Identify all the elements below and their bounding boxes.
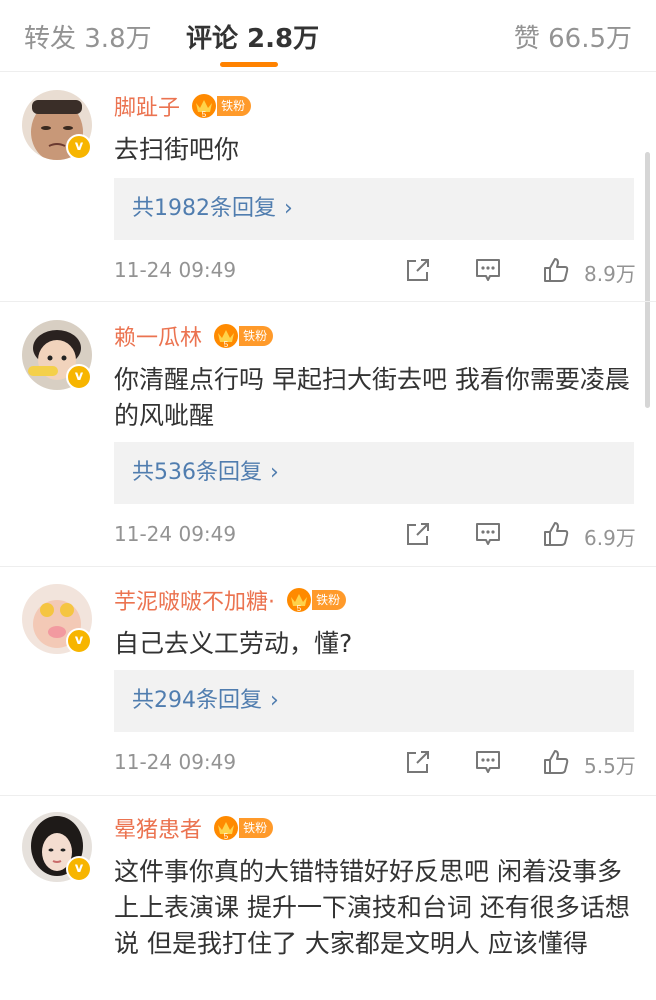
comment-text: 这件事你真的大错特错好好反思吧 闲着没事多上上表演课 提升一下演技和台词 还有很… [114, 857, 630, 958]
share-icon[interactable] [404, 520, 432, 548]
verified-icon: v [66, 364, 92, 390]
comment-item: v 脚趾子 5 铁粉 去扫街吧你 共1982条回复 › 11-24 09:49 8… [0, 90, 656, 302]
replies-label: 共294条回复 [132, 688, 262, 713]
share-icon[interactable] [404, 748, 432, 776]
timestamp: 11-24 09:49 [114, 522, 237, 546]
replies-button[interactable]: 共1982条回复 › [114, 178, 634, 240]
crown-icon: 5 [214, 816, 239, 841]
comment-icon[interactable] [474, 748, 502, 776]
tab-comments[interactable]: 评论 2.8万 [186, 18, 319, 55]
username[interactable]: 脚趾子 [114, 96, 180, 121]
svg-text:5: 5 [202, 110, 207, 119]
name-row: 芋泥啵啵不加糖· 5 铁粉 [114, 584, 347, 615]
share-icon[interactable] [404, 256, 432, 284]
fan-label: 铁粉 [239, 326, 274, 346]
chevron-right-icon: › [270, 688, 279, 713]
comment-meta: 11-24 09:49 8.9万 [114, 256, 636, 286]
crown-icon: 5 [287, 588, 312, 613]
verified-icon: v [66, 134, 92, 160]
fan-badge: 5 铁粉 [191, 94, 252, 119]
fan-label: 铁粉 [312, 590, 347, 610]
comment-icon[interactable] [474, 256, 502, 284]
svg-text:5: 5 [224, 340, 229, 349]
comment-text: 去扫街吧你 [114, 135, 240, 164]
svg-text:5: 5 [224, 832, 229, 841]
comment-meta: 11-24 09:49 5.5万 [114, 748, 636, 778]
like-count: 8.9万 [584, 262, 636, 286]
fan-badge: 5 铁粉 [213, 816, 274, 841]
tab-likes[interactable]: 赞 66.5万 [514, 18, 632, 55]
fan-label: 铁粉 [217, 96, 252, 116]
timestamp: 11-24 09:49 [114, 750, 237, 774]
replies-button[interactable]: 共294条回复 › [114, 670, 634, 732]
tab-reposts[interactable]: 转发 3.8万 [24, 18, 152, 55]
fan-badge: 5 铁粉 [213, 324, 274, 349]
name-row: 晕猪患者 5 铁粉 [114, 812, 274, 843]
like-count: 6.9万 [584, 526, 636, 550]
replies-label: 共1982条回复 [132, 196, 276, 221]
replies-button[interactable]: 共536条回复 › [114, 442, 634, 504]
comment-item: v 芋泥啵啵不加糖· 5 铁粉 自己去义工劳动，懂? 共294条回复 › 11-2… [0, 584, 656, 796]
chevron-right-icon: › [270, 460, 279, 485]
replies-label: 共536条回复 [132, 460, 262, 485]
comment-meta: 11-24 09:49 6.9万 [114, 520, 636, 550]
comment-item: v 晕猪患者 5 铁粉 这件事你真的大错特错好好反思吧 闲着没事多上上表演课 提… [0, 812, 656, 1000]
comment-item: v 赖一瓜林 5 铁粉 你清醒点行吗 早起扫大街去吧 我看你需要凌晨的风呲醒 共… [0, 320, 656, 567]
like-count: 5.5万 [584, 754, 636, 778]
thumbs-up-icon[interactable] [542, 520, 570, 548]
name-row: 赖一瓜林 5 铁粉 [114, 320, 274, 351]
chevron-right-icon: › [284, 196, 293, 221]
username[interactable]: 赖一瓜林 [114, 326, 202, 351]
verified-icon: v [66, 856, 92, 882]
thumbs-up-icon[interactable] [542, 748, 570, 776]
thumbs-up-icon[interactable] [542, 256, 570, 284]
comment-text: 自己去义工劳动，懂? [114, 629, 353, 658]
comment-icon[interactable] [474, 520, 502, 548]
fan-label: 铁粉 [239, 818, 274, 838]
crown-icon: 5 [214, 324, 239, 349]
tab-bar: 转发 3.8万 评论 2.8万 赞 66.5万 [0, 0, 656, 72]
username[interactable]: 晕猪患者 [114, 818, 202, 843]
crown-icon: 5 [192, 94, 217, 119]
fan-badge: 5 铁粉 [286, 588, 347, 613]
timestamp: 11-24 09:49 [114, 258, 237, 282]
svg-text:5: 5 [297, 604, 302, 613]
active-tab-indicator [220, 62, 278, 67]
comment-text: 你清醒点行吗 早起扫大街去吧 我看你需要凌晨的风呲醒 [114, 365, 630, 430]
name-row: 脚趾子 5 铁粉 [114, 90, 252, 121]
username[interactable]: 芋泥啵啵不加糖· [114, 590, 275, 615]
verified-icon: v [66, 628, 92, 654]
